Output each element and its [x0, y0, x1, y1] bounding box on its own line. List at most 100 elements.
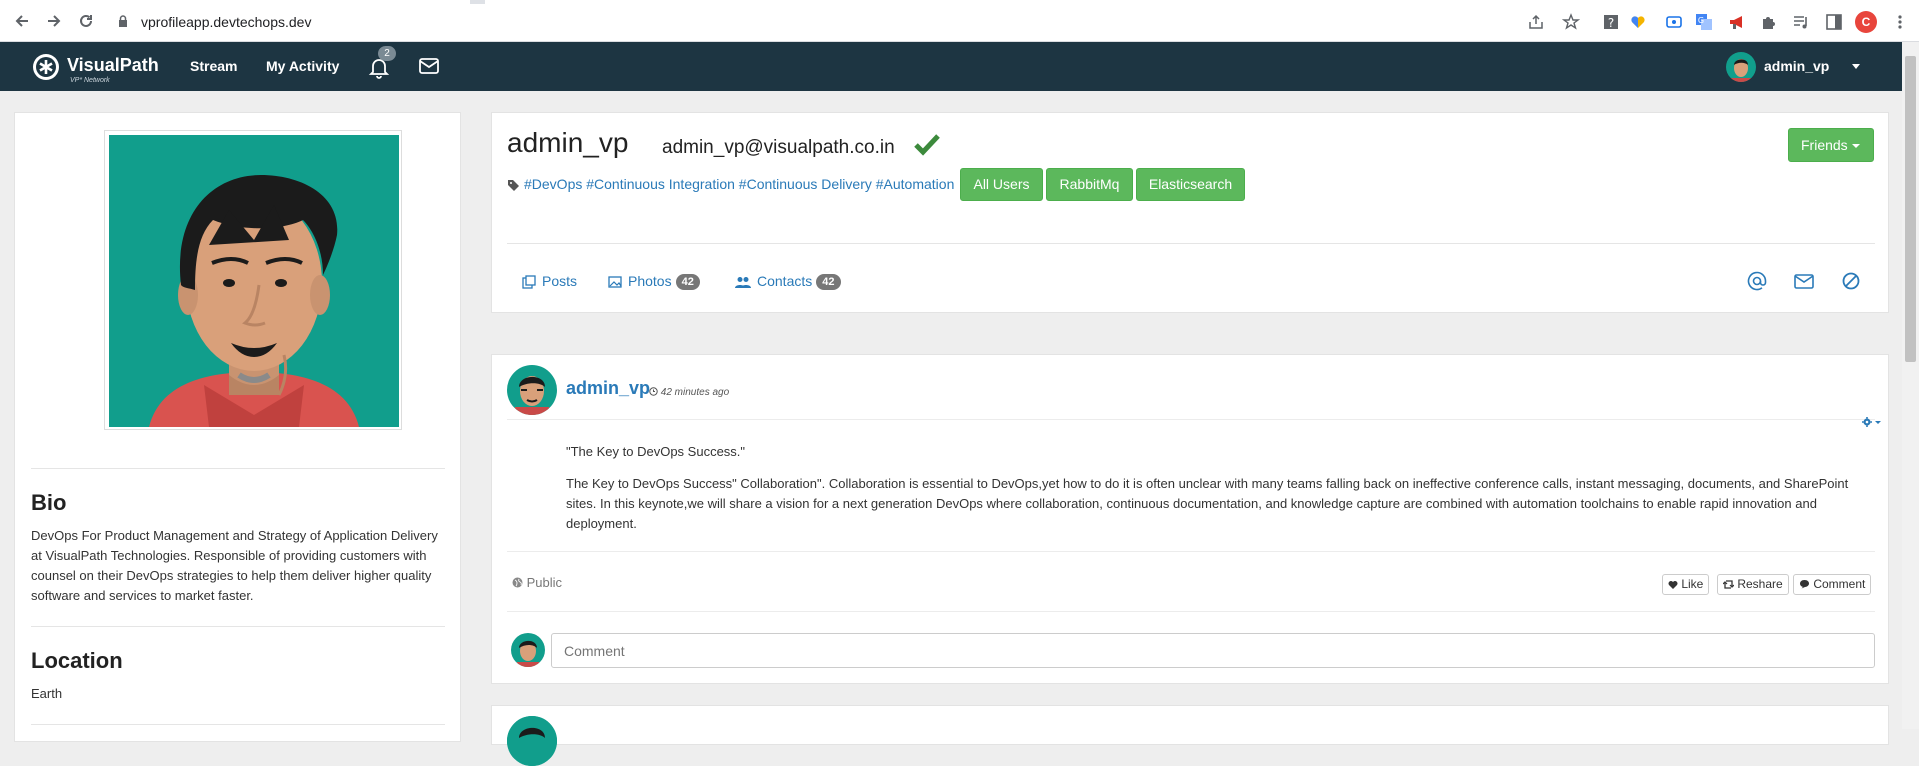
extension-heart-icon[interactable] — [1629, 13, 1647, 31]
comment-input[interactable] — [551, 633, 1875, 668]
friends-dropdown-button[interactable]: Friends — [1788, 128, 1874, 162]
profile-email: admin_vp@visualpath.co.in — [662, 137, 895, 158]
scrollbar-thumb[interactable] — [1905, 56, 1916, 362]
profile-photo-frame — [104, 130, 402, 430]
brand-name[interactable]: VisualPath — [67, 55, 159, 76]
post-time-text: 42 minutes ago — [660, 387, 730, 398]
clock-icon — [649, 387, 658, 396]
envelope-icon[interactable] — [419, 58, 439, 74]
users-icon — [735, 277, 751, 289]
post-card — [491, 705, 1889, 766]
tab-photos-label: Photos — [628, 273, 672, 289]
chevron-down-icon[interactable] — [1852, 64, 1860, 69]
divider — [31, 468, 445, 469]
tab-posts-label: Posts — [542, 273, 578, 289]
block-icon[interactable] — [1840, 270, 1862, 292]
lock-icon — [119, 15, 127, 27]
post-body: The Key to DevOps Success" Collaboration… — [566, 476, 1849, 531]
commenter-avatar — [511, 633, 545, 667]
tags-text[interactable]: #DevOps #Continuous Integration #Continu… — [524, 176, 954, 192]
puzzle-icon[interactable] — [1760, 13, 1778, 31]
user-avatar[interactable] — [1726, 52, 1756, 82]
divider — [31, 626, 445, 627]
post-author-name[interactable]: admin_vp — [566, 378, 650, 399]
browser-profile-avatar[interactable]: C — [1855, 11, 1877, 33]
heart-icon — [1668, 581, 1678, 589]
contacts-count-badge: 42 — [816, 274, 841, 291]
profile-sidebar: Bio DevOps For Product Management and St… — [14, 112, 461, 742]
brand-logo-icon[interactable] — [33, 54, 59, 80]
verified-check-icon — [914, 134, 940, 156]
user-menu-name[interactable]: admin_vp — [1764, 58, 1829, 74]
image-icon — [608, 276, 622, 288]
back-arrow-icon[interactable] — [12, 12, 32, 32]
extension-help-icon[interactable]: ? — [1602, 13, 1620, 31]
retweet-icon — [1722, 580, 1735, 589]
photos-count-badge: 42 — [675, 274, 700, 291]
address-bar[interactable]: vprofileapp.devtechops.dev — [108, 9, 1588, 35]
tab-posts[interactable]: Posts — [522, 273, 577, 289]
tab-contacts-label: Contacts — [757, 273, 813, 289]
svg-text:?: ? — [1608, 16, 1614, 30]
copy-icon — [522, 275, 536, 289]
post-author-avatar[interactable] — [507, 716, 557, 766]
forward-arrow-icon[interactable] — [44, 12, 64, 32]
bio-heading: Bio — [31, 490, 67, 515]
gear-icon[interactable] — [1859, 415, 1883, 429]
comment-button[interactable]: Comment — [1793, 574, 1872, 595]
post-title: "The Key to DevOps Success." — [566, 444, 746, 459]
notification-count-badge: 2 — [378, 46, 396, 61]
location-heading: Location — [31, 648, 123, 673]
tab-contacts[interactable]: Contacts 42 — [735, 273, 841, 291]
nav-stream-link[interactable]: Stream — [190, 58, 237, 74]
app-navbar: VisualPath VP* Network Stream My Activit… — [0, 42, 1902, 91]
browser-toolbar: vprofileapp.devtechops.dev ? G C — [0, 0, 1919, 42]
divider — [507, 243, 1875, 244]
media-list-icon[interactable] — [1792, 13, 1810, 31]
like-label: Like — [1681, 577, 1704, 591]
brand-subtitle: VP* Network — [70, 77, 110, 84]
post-author-avatar[interactable] — [507, 365, 557, 415]
reshare-button[interactable]: Reshare — [1717, 574, 1789, 595]
rabbitmq-button[interactable]: RabbitMq — [1046, 168, 1133, 201]
profile-username: admin_vp — [507, 127, 629, 158]
friends-label: Friends — [1801, 137, 1848, 153]
envelope-icon[interactable] — [1793, 270, 1815, 292]
reload-icon[interactable] — [76, 12, 96, 32]
megaphone-icon[interactable] — [1728, 13, 1746, 31]
post-card: admin_vp 42 minutes ago "The Key to DevO… — [491, 354, 1889, 684]
extension-screen-icon[interactable] — [1665, 13, 1683, 31]
divider — [507, 419, 1875, 420]
divider — [507, 611, 1875, 612]
speech-bubble-icon — [1800, 580, 1809, 589]
star-icon[interactable] — [1562, 13, 1580, 31]
location-value: Earth — [31, 686, 63, 701]
all-users-button[interactable]: All Users — [960, 168, 1043, 201]
translate-icon[interactable]: G — [1695, 13, 1713, 31]
tab-photos[interactable]: Photos 42 — [608, 273, 700, 291]
post-visibility: Public — [512, 575, 562, 590]
divider — [31, 724, 445, 725]
profile-avatar-image[interactable] — [109, 135, 399, 427]
kebab-menu-icon[interactable] — [1891, 13, 1909, 31]
svg-text:G: G — [1698, 16, 1704, 25]
post-timestamp: 42 minutes ago — [649, 387, 729, 398]
tags-icon — [508, 180, 519, 192]
globe-icon — [512, 577, 523, 588]
share-icon[interactable] — [1527, 13, 1545, 31]
bio-text: DevOps For Product Management and Strate… — [31, 528, 438, 603]
side-panel-icon[interactable] — [1825, 13, 1843, 31]
comment-label: Comment — [1813, 577, 1866, 591]
at-sign-icon[interactable] — [1746, 270, 1768, 292]
caret-down-icon — [1851, 144, 1860, 149]
browser-tab-strip — [0, 0, 1919, 4]
elasticsearch-button[interactable]: Elasticsearch — [1136, 168, 1245, 201]
visibility-text: Public — [526, 575, 563, 590]
profile-tags: #DevOps #Continuous Integration #Continu… — [507, 176, 954, 192]
nav-my-activity-link[interactable]: My Activity — [266, 58, 339, 74]
url-text: vprofileapp.devtechops.dev — [141, 14, 312, 30]
reshare-label: Reshare — [1737, 577, 1783, 591]
like-button[interactable]: Like — [1662, 574, 1710, 595]
profile-header-card: admin_vp admin_vp@visualpath.co.in #DevO… — [491, 112, 1889, 313]
divider — [507, 551, 1875, 552]
